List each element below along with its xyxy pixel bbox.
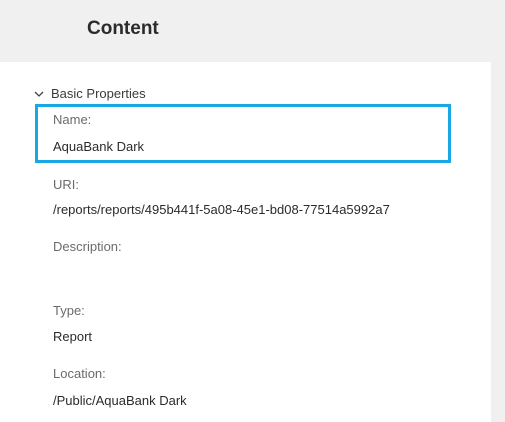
name-label: Name:: [53, 112, 92, 127]
uri-label: URI:: [53, 177, 79, 192]
location-value: /Public/AquaBank Dark: [53, 393, 187, 408]
type-value: Report: [53, 329, 93, 344]
page-title: Content: [87, 18, 159, 39]
section-label: Basic Properties: [51, 86, 146, 101]
properties-panel: Basic Properties Name: AquaBank Dark URI…: [0, 62, 491, 422]
chevron-down-icon: [33, 88, 45, 100]
content-header: Content: [0, 0, 505, 62]
uri-value: /reports/reports/495b441f-5a08-45e1-bd08…: [53, 202, 390, 217]
name-value: AquaBank Dark: [53, 139, 145, 154]
basic-properties-toggle[interactable]: Basic Properties: [33, 86, 146, 101]
properties-page: Content Basic Properties Name: AquaBank …: [0, 0, 505, 422]
type-label: Type:: [53, 303, 85, 318]
description-label: Description:: [53, 239, 122, 254]
location-label: Location:: [53, 366, 106, 381]
